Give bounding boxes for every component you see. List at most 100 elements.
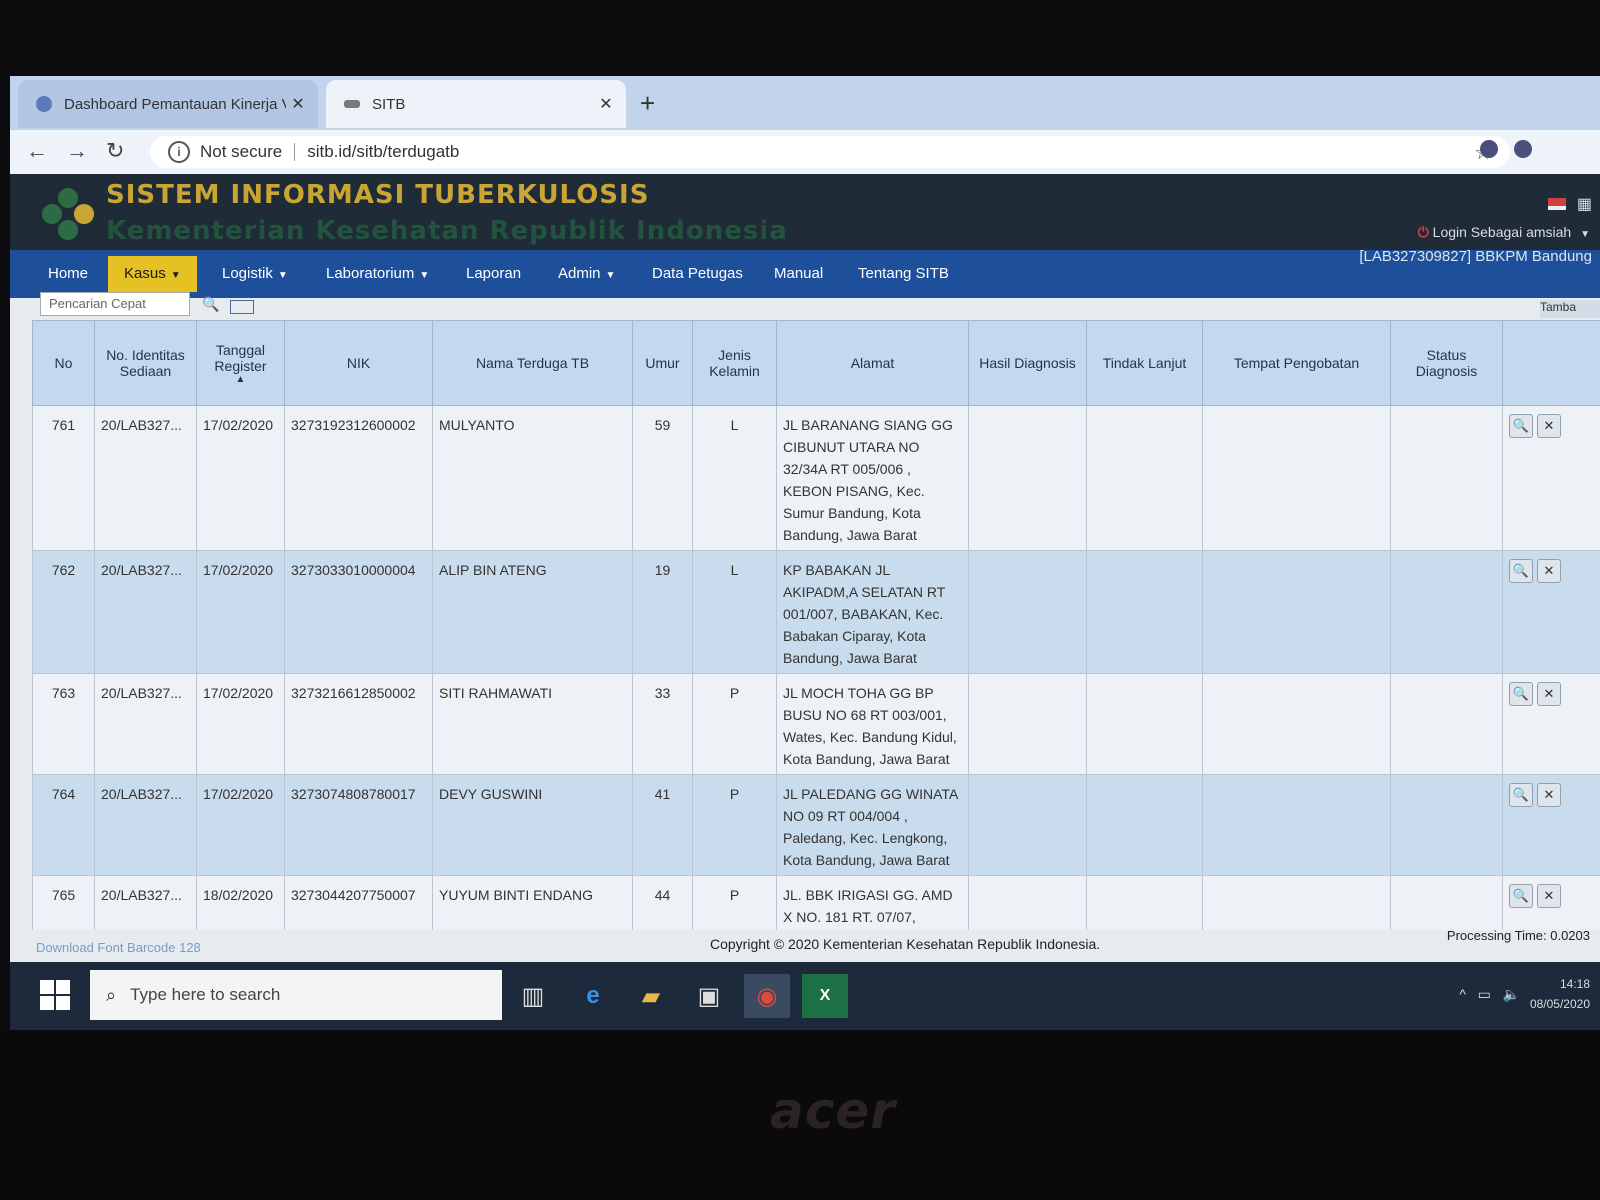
taskbar-search[interactable]: ⌕ Type here to search: [90, 970, 502, 1020]
cell-nik: 3273074808780017: [284, 774, 433, 876]
search-icon[interactable]: 🔍: [202, 296, 219, 313]
taskbar-clock[interactable]: 14:18 08/05/2020: [1530, 974, 1590, 1014]
view-detail-icon[interactable]: 🔍: [1509, 559, 1533, 583]
column-header[interactable]: No. Identitas Sediaan: [94, 320, 197, 406]
cell-nik: 3273216612850002: [284, 673, 433, 775]
column-header[interactable]: Status Diagnosis: [1390, 320, 1503, 406]
menu-tentang-sitb[interactable]: Tentang SITB: [842, 256, 965, 292]
view-detail-icon[interactable]: 🔍: [1509, 884, 1533, 908]
login-dropdown[interactable]: ⏻ Login Sebagai amsiah ▼: [1418, 224, 1590, 241]
task-view-icon[interactable]: ▥: [510, 974, 556, 1018]
cell-sex: P: [692, 875, 777, 930]
windows-start-icon[interactable]: [40, 980, 70, 1010]
delete-icon[interactable]: ✕: [1537, 682, 1561, 706]
store-icon[interactable]: ▣: [686, 974, 732, 1018]
search-icon: ⌕: [106, 984, 117, 1005]
cell-status: [1390, 550, 1503, 674]
column-header[interactable]: Alamat: [776, 320, 969, 406]
sort-ascending-icon: ▲: [235, 373, 246, 385]
menu-logistik[interactable]: Logistik ▼: [206, 256, 304, 292]
table-row[interactable]: 763 20/LAB327... 17/02/2020 327321661285…: [32, 673, 1600, 775]
column-header[interactable]: Umur: [632, 320, 693, 406]
table-row[interactable]: 761 20/LAB327... 17/02/2020 327319231260…: [32, 405, 1600, 551]
cell-date: 17/02/2020: [196, 550, 285, 674]
menu-manual[interactable]: Manual: [758, 256, 839, 292]
menu-admin[interactable]: Admin ▼: [542, 256, 631, 292]
cell-no: 762: [32, 550, 95, 674]
cell-name: MULYANTO: [432, 405, 633, 551]
new-tab-button[interactable]: +: [640, 88, 655, 119]
delete-icon[interactable]: ✕: [1537, 414, 1561, 438]
close-icon[interactable]: ✕: [594, 94, 618, 114]
cell-address: JL BARANANG SIANG GG CIBUNUT UTARA NO 32…: [776, 405, 969, 551]
menu-kasus[interactable]: Kasus ▼: [108, 256, 197, 292]
extension-icon[interactable]: [1480, 140, 1498, 158]
battery-icon[interactable]: ▭: [1478, 986, 1491, 1002]
apps-grid-icon[interactable]: ▦: [1577, 194, 1592, 214]
menu-data-petugas[interactable]: Data Petugas: [636, 256, 759, 292]
table-row[interactable]: 764 20/LAB327... 17/02/2020 327307480878…: [32, 774, 1600, 876]
delete-icon[interactable]: ✕: [1537, 884, 1561, 908]
info-icon[interactable]: i: [168, 141, 190, 163]
url-text[interactable]: sitb.id/sitb/terdugatb: [307, 142, 459, 162]
edge-browser-icon[interactable]: e: [570, 974, 616, 1018]
security-label: Not secure: [200, 142, 283, 161]
view-detail-icon[interactable]: 🔍: [1509, 783, 1533, 807]
file-explorer-icon[interactable]: ▰: [628, 974, 674, 1018]
column-header[interactable]: No: [32, 320, 95, 406]
cell-address: JL MOCH TOHA GG BP BUSU NO 68 RT 003/001…: [776, 673, 969, 775]
column-header[interactable]: NIK: [284, 320, 433, 406]
cell-treatment-place: [1202, 673, 1391, 775]
menu-laboratorium[interactable]: Laboratorium ▼: [310, 256, 445, 292]
column-header[interactable]: Nama Terduga TB: [432, 320, 633, 406]
cell-no: 764: [32, 774, 95, 876]
reload-icon[interactable]: ↻: [106, 138, 124, 164]
tab-dashboard[interactable]: Dashboard Pemantauan Kinerja V ✕: [18, 80, 318, 128]
cell-name: YUYUM BINTI ENDANG: [432, 875, 633, 930]
cell-address: JL. BBK IRIGASI GG. AMD X NO. 181 RT. 07…: [776, 875, 969, 930]
close-icon[interactable]: ✕: [286, 94, 310, 114]
delete-icon[interactable]: ✕: [1537, 783, 1561, 807]
table-row[interactable]: 765 20/LAB327... 18/02/2020 327304420775…: [32, 875, 1600, 930]
cell-nik: 3273033010000004: [284, 550, 433, 674]
barcode-icon[interactable]: [230, 300, 254, 314]
table-header-row: No No. Identitas Sediaan Tanggal Registe…: [32, 320, 1600, 406]
cell-status: [1390, 774, 1503, 876]
clock-time: 14:18: [1559, 977, 1590, 991]
suspect-table-container: No No. Identitas Sediaan Tanggal Registe…: [32, 320, 1600, 930]
view-detail-icon[interactable]: 🔍: [1509, 414, 1533, 438]
menu-laporan[interactable]: Laporan: [450, 256, 537, 292]
cell-nik: 3273044207750007: [284, 875, 433, 930]
chrome-icon[interactable]: ◉: [744, 974, 790, 1018]
volume-icon[interactable]: 🔈: [1503, 986, 1520, 1002]
cell-treatment-place: [1202, 875, 1391, 930]
quick-search-input[interactable]: Pencarian Cepat: [40, 292, 190, 316]
cell-address: KP BABAKAN JL AKIPADM,A SELATAN RT 001/0…: [776, 550, 969, 674]
column-header[interactable]: Tanggal Register ▲: [196, 320, 285, 406]
add-button[interactable]: Tamba: [1540, 300, 1600, 318]
delete-icon[interactable]: ✕: [1537, 559, 1561, 583]
system-tray[interactable]: ^ ▭ 🔈: [1459, 986, 1520, 1003]
download-font-link[interactable]: Download Font Barcode 128: [36, 940, 201, 955]
excel-icon[interactable]: X: [802, 974, 848, 1018]
url-bar[interactable]: i Not secure sitb.id/sitb/terdugatb ☆: [150, 136, 1510, 168]
tab-sitb[interactable]: SITB ✕: [326, 80, 626, 128]
cell-actions: 🔍 ✕: [1502, 405, 1600, 551]
column-header[interactable]: Hasil Diagnosis: [968, 320, 1087, 406]
cell-date: 17/02/2020: [196, 405, 285, 551]
back-arrow-icon[interactable]: ←: [26, 138, 48, 164]
cell-id: 20/LAB327...: [94, 875, 197, 930]
ministry-logo-icon: [42, 188, 94, 240]
column-header[interactable]: Tempat Pengobatan: [1202, 320, 1391, 406]
cell-no: 761: [32, 405, 95, 551]
column-header[interactable]: Tindak Lanjut: [1086, 320, 1203, 406]
forward-arrow-icon[interactable]: →: [66, 138, 88, 164]
view-detail-icon[interactable]: 🔍: [1509, 682, 1533, 706]
chevron-up-icon[interactable]: ^: [1459, 986, 1466, 1002]
extension-icon[interactable]: [1514, 140, 1532, 158]
cell-diagnosis: [968, 875, 1087, 930]
menu-home[interactable]: Home: [32, 256, 104, 292]
cell-status: [1390, 673, 1503, 775]
column-header[interactable]: Jenis Kelamin: [692, 320, 777, 406]
table-row[interactable]: 762 20/LAB327... 17/02/2020 327303301000…: [32, 550, 1600, 674]
